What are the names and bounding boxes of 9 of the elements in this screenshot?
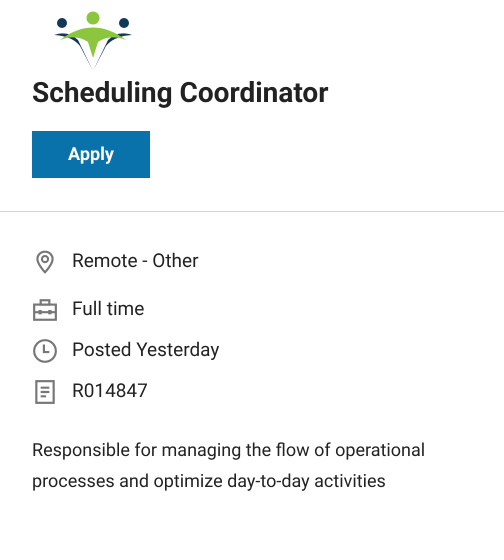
detail-text: R014847 bbox=[72, 378, 148, 404]
job-description: Responsible for managing the flow of operational processes and optimize day-to-day activities bbox=[31, 439, 426, 494]
detail-text: Full time bbox=[72, 296, 144, 322]
clock-icon bbox=[32, 338, 58, 364]
detail-text: Remote - Other bbox=[72, 248, 199, 274]
detail-text: Posted Yesterday bbox=[72, 337, 220, 364]
apply-button[interactable]: Apply bbox=[32, 131, 150, 178]
briefcase-icon bbox=[32, 296, 58, 322]
job-title: Scheduling Coordinator bbox=[32, 76, 330, 110]
